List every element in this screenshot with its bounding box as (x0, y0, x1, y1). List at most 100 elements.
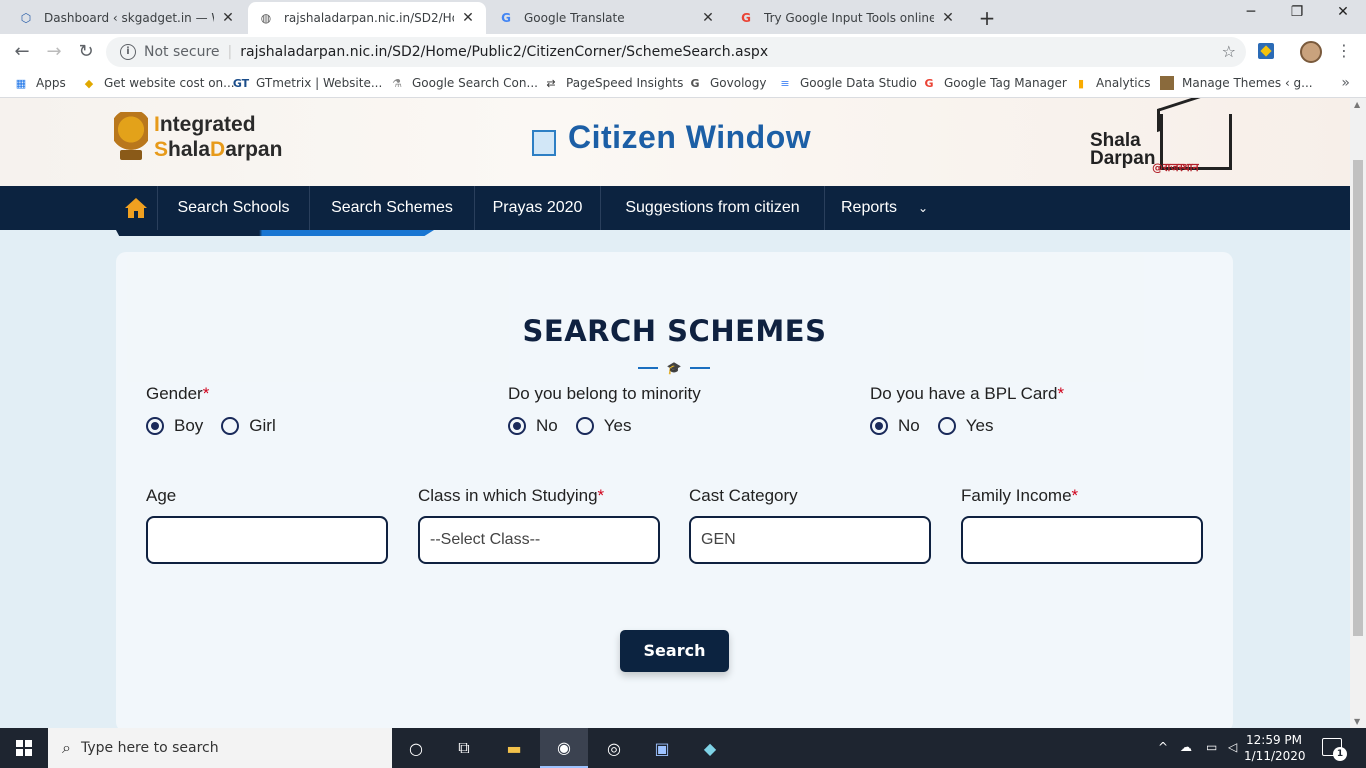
radio-label: No (536, 416, 558, 435)
site-header: Integrated ShalaDarpan Citizen Window Sh… (0, 98, 1350, 186)
forward-arrow-icon[interactable]: → (42, 40, 66, 64)
profile-avatar[interactable] (1300, 41, 1322, 63)
bookmark-star-icon[interactable]: ☆ (1222, 42, 1236, 61)
system-clock[interactable]: 12:59 PM 1/11/2020 (1244, 732, 1306, 764)
scroll-down-icon[interactable]: ▼ (1354, 717, 1360, 726)
bookmark-item[interactable]: ⚗ Google Search Con... (390, 76, 538, 90)
bookmark-item[interactable]: G Google Tag Manager (922, 76, 1066, 90)
file-explorer-icon[interactable]: ▬ (490, 728, 538, 768)
home-icon-svg (124, 198, 147, 218)
logo-letter: D (210, 138, 226, 161)
shala-darpan-rajasthan-logo[interactable]: Shala Darpan @राजस्थान (1090, 114, 1240, 176)
radio-button-checked[interactable] (508, 417, 526, 435)
bookmark-label: Google Data Studio (800, 76, 917, 90)
back-arrow-icon[interactable]: ← (10, 40, 34, 64)
income-input[interactable] (961, 516, 1203, 564)
bookmark-item[interactable]: G Govology (688, 76, 766, 90)
class-label: Class in which Studying* (418, 486, 660, 506)
search-icon: ⌕ (62, 738, 71, 757)
radio-button-checked[interactable] (146, 417, 164, 435)
search-button[interactable]: Search (620, 630, 729, 672)
close-tab-icon[interactable]: ✕ (940, 10, 956, 26)
new-tab-button[interactable]: + (976, 6, 998, 30)
nav-search-schemes[interactable]: Search Schemes (310, 186, 475, 230)
logo-line-1: Integrated (154, 112, 282, 137)
media-app-icon[interactable]: ◎ (590, 728, 638, 768)
nav-prayas-2020[interactable]: Prayas 2020 (475, 186, 601, 230)
battery-icon[interactable]: ▭ (1206, 740, 1217, 754)
tab-dashboard[interactable]: ⬡ Dashboard ‹ skgadget.in — Word ✕ (8, 2, 246, 34)
bpl-no-radio[interactable]: No (870, 416, 920, 436)
bookmark-item[interactable]: ◆ Get website cost on... (82, 76, 235, 90)
scroll-up-icon[interactable]: ▲ (1354, 100, 1360, 109)
analytics-icon: ▮ (1077, 76, 1085, 90)
radio-button[interactable] (221, 417, 240, 435)
citizen-window-logo[interactable]: Citizen Window (524, 112, 811, 162)
image-viewer-icon[interactable]: ▣ (638, 728, 686, 768)
tab-google-input-tools[interactable]: G Try Google Input Tools online – G ✕ (728, 2, 966, 34)
bpl-label: Do you have a BPL Card* (870, 384, 1064, 404)
radio-button[interactable] (937, 417, 956, 435)
bookmark-label: Manage Themes ‹ g... (1182, 76, 1313, 90)
bookmark-item[interactable]: Manage Themes ‹ g... (1160, 76, 1313, 90)
minority-options: No Yes (508, 416, 701, 436)
national-emblem-icon (114, 112, 148, 162)
close-window-icon[interactable]: ✕ (1320, 4, 1366, 20)
address-bar[interactable]: i Not secure | rajshaladarpan.nic.in/SD2… (106, 37, 1246, 67)
bookmark-apps[interactable]: ▦ Apps (14, 76, 66, 90)
required-mark: * (1057, 384, 1065, 403)
restore-icon[interactable]: ❐ (1274, 4, 1320, 20)
extension-icon[interactable] (1258, 43, 1274, 59)
bookmark-item[interactable]: ≡ Google Data Studio (778, 76, 917, 90)
info-icon[interactable]: i (120, 44, 136, 60)
minority-yes-radio[interactable]: Yes (575, 416, 631, 436)
cortana-icon[interactable]: ○ (392, 728, 440, 768)
house-body (532, 130, 556, 156)
gender-boy-radio[interactable]: Boy (146, 416, 203, 436)
more-bookmarks-icon[interactable]: » (1341, 75, 1350, 91)
logo-word: ntegrated (159, 113, 256, 136)
volume-icon[interactable]: ◁ (1228, 740, 1237, 754)
age-input[interactable] (146, 516, 388, 564)
reload-icon[interactable]: ↻ (74, 40, 98, 64)
app-icon[interactable]: ◆ (686, 728, 734, 768)
task-view-icon[interactable]: ⧉ (440, 728, 488, 768)
nav-suggestions[interactable]: Suggestions from citizen (601, 186, 825, 230)
minimize-icon[interactable]: ─ (1228, 4, 1274, 20)
bpl-group: Do you have a BPL Card* No Yes (870, 384, 1064, 436)
chrome-icon[interactable]: ◉ (540, 728, 588, 768)
windows-start-button[interactable] (0, 728, 48, 768)
minority-no-radio[interactable]: No (508, 416, 558, 436)
caste-select[interactable]: GEN (689, 516, 931, 564)
tab-google-translate[interactable]: G Google Translate ✕ (488, 2, 726, 34)
close-tab-icon[interactable]: ✕ (700, 10, 716, 26)
nav-search-schools[interactable]: Search Schools (158, 186, 310, 230)
radio-button[interactable] (575, 417, 594, 435)
age-label: Age (146, 486, 177, 505)
google-translate-icon: G (501, 11, 511, 25)
class-select[interactable]: --Select Class-- (418, 516, 660, 564)
url-text[interactable]: rajshaladarpan.nic.in/SD2/Home/Public2/C… (240, 44, 768, 60)
tab-rajshaladarpan[interactable]: ◍ rajshaladarpan.nic.in/SD2/Home/ ✕ (248, 2, 486, 34)
nav-reports[interactable]: Reports (825, 186, 913, 230)
bookmark-item[interactable]: ⇄ PageSpeed Insights (544, 76, 683, 90)
minority-label: Do you belong to minority (508, 384, 701, 403)
close-tab-icon[interactable]: ✕ (460, 10, 476, 26)
onedrive-icon[interactable]: ☁ (1180, 740, 1192, 754)
scrollbar-thumb[interactable] (1353, 160, 1363, 636)
close-tab-icon[interactable]: ✕ (220, 10, 236, 26)
action-center-icon[interactable]: 1 (1322, 738, 1347, 761)
bpl-yes-radio[interactable]: Yes (937, 416, 993, 436)
page-scrollbar[interactable]: ▲ ▼ (1350, 98, 1366, 728)
browser-menu-icon[interactable]: ⋮ (1336, 41, 1352, 60)
separator: | (227, 44, 233, 60)
integrated-shaladarpan-logo[interactable]: Integrated ShalaDarpan (114, 112, 282, 162)
chevron-down-icon[interactable]: ⌄ (918, 186, 928, 230)
bookmark-item[interactable]: GT GTmetrix | Website... (233, 76, 382, 90)
home-icon[interactable] (114, 186, 158, 230)
gender-girl-radio[interactable]: Girl (221, 416, 276, 436)
radio-button-checked[interactable] (870, 417, 888, 435)
show-hidden-icons[interactable]: ^ (1158, 740, 1168, 754)
bookmark-item[interactable]: ▮ Analytics (1074, 76, 1151, 90)
taskbar-search-box[interactable]: ⌕ Type here to search (48, 728, 392, 768)
